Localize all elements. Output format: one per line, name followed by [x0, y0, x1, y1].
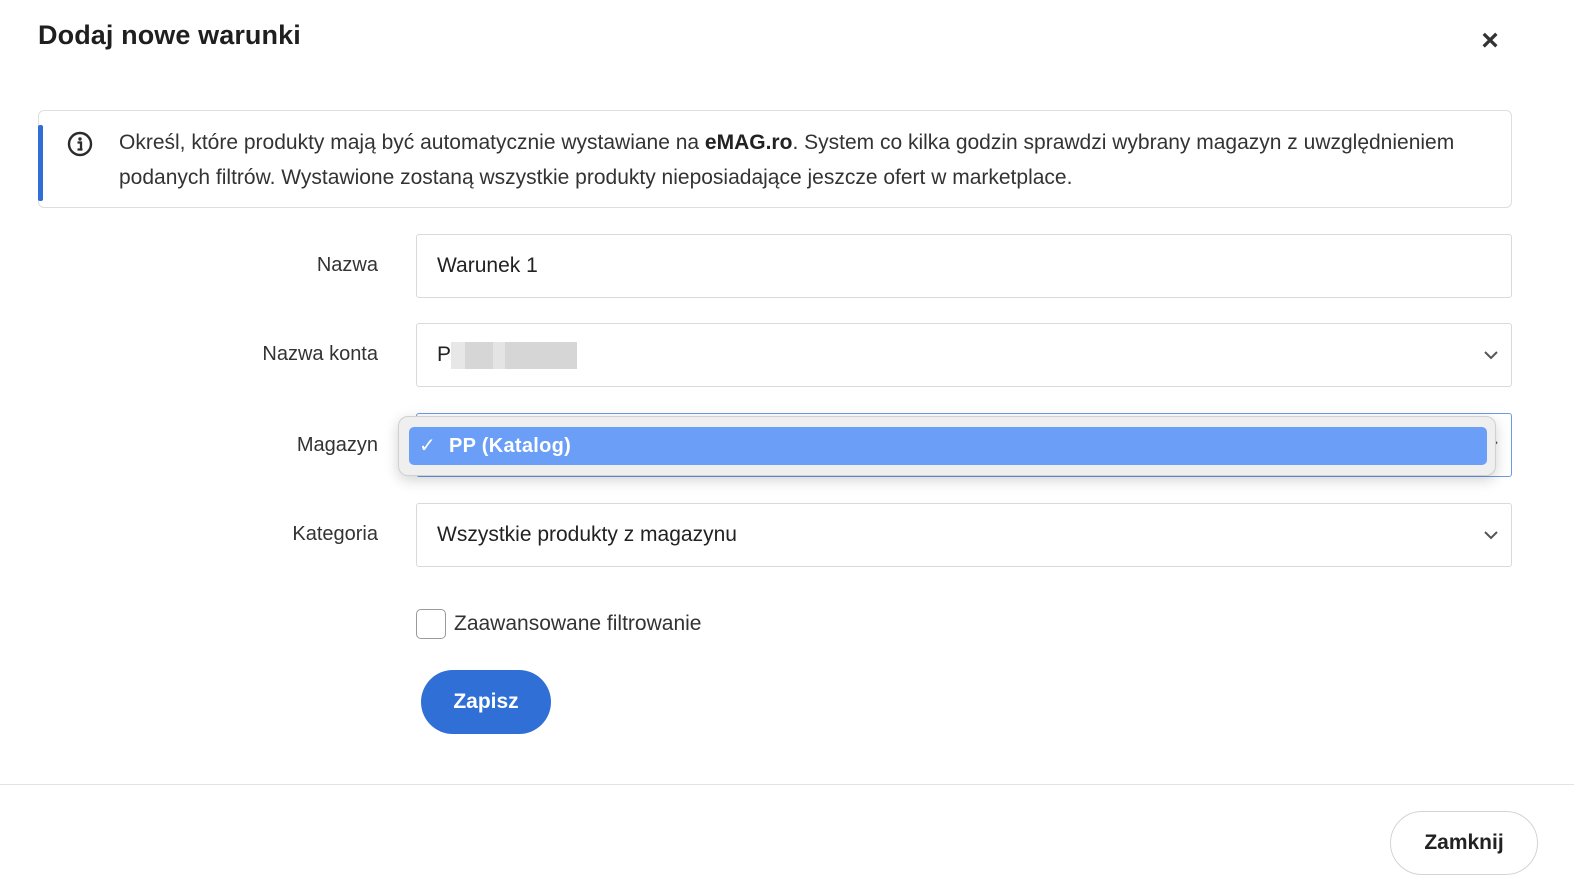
category-label: Kategoria [292, 523, 378, 545]
warehouse-option-label: PP (Katalog) [449, 435, 572, 457]
info-accent-bar [38, 125, 43, 201]
checkmark-icon: ✓ [419, 435, 436, 457]
category-select-value: Wszystkie produkty z magazynu [437, 523, 737, 546]
save-button[interactable]: Zapisz [421, 670, 551, 734]
info-text: Określ, które produkty mają być automaty… [119, 125, 1489, 195]
info-text-before: Określ, które produkty mają być automaty… [119, 131, 705, 154]
advanced-filtering-checkbox[interactable] [416, 609, 446, 639]
account-label: Nazwa konta [262, 343, 378, 365]
advanced-filtering-label[interactable]: Zaawansowane filtrowanie [454, 612, 701, 636]
chevron-down-icon [1484, 351, 1498, 360]
warehouse-dropdown: ✓ PP (Katalog) [398, 416, 1496, 476]
name-input-value: Warunek 1 [437, 254, 538, 277]
warehouse-option[interactable]: ✓ PP (Katalog) [409, 427, 1487, 465]
close-button[interactable]: Zamknij [1390, 811, 1538, 875]
warehouse-label: Magazyn [296, 434, 378, 456]
info-alert: Określ, które produkty mają być automaty… [38, 110, 1512, 208]
redacted-account-name [451, 342, 577, 369]
account-select[interactable]: P [416, 323, 1512, 387]
close-icon[interactable]: × [1472, 26, 1508, 56]
info-brand: eMAG.ro [704, 131, 793, 154]
modal-title: Dodaj nowe warunki [38, 20, 301, 50]
category-select[interactable]: Wszystkie produkty z magazynu [416, 503, 1512, 567]
footer-divider [0, 784, 1574, 785]
chevron-down-icon [1484, 531, 1498, 540]
name-label: Nazwa [316, 254, 378, 276]
info-circle-icon [67, 131, 93, 157]
add-conditions-modal: Dodaj nowe warunki × Określ, które produ… [0, 0, 1574, 892]
name-input[interactable]: Warunek 1 [416, 234, 1512, 298]
account-select-value: P [437, 343, 452, 366]
advanced-filtering-row[interactable]: Zaawansowane filtrowanie [416, 608, 701, 640]
